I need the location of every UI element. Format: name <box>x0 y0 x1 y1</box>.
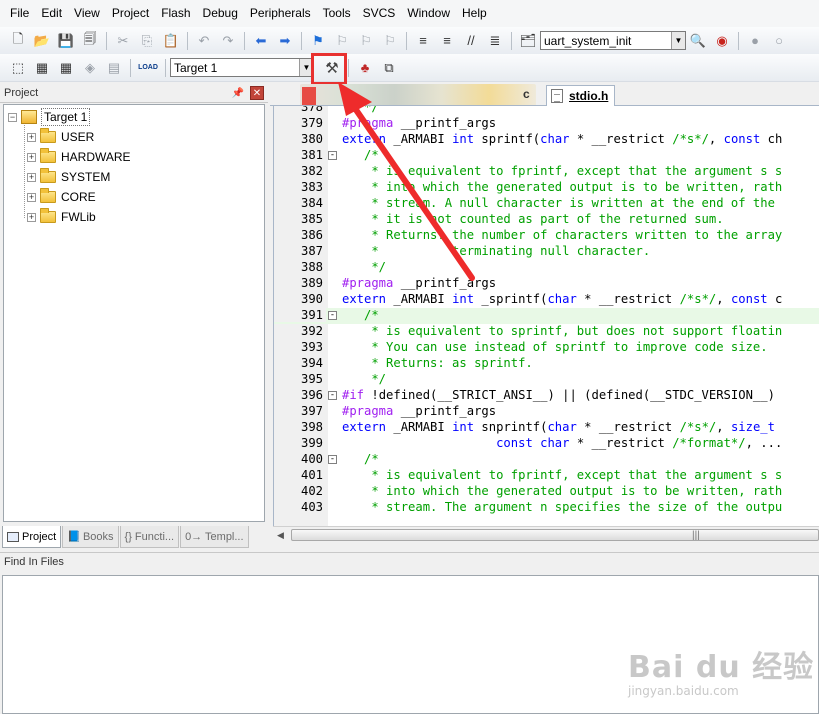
watermark-logo: Bai du 经验 <box>628 650 815 685</box>
arrow-shaft <box>349 101 475 281</box>
arrow-head <box>338 82 372 116</box>
watermark-url: jingyan.baidu.com <box>628 684 739 698</box>
annotation-arrow <box>338 82 475 281</box>
